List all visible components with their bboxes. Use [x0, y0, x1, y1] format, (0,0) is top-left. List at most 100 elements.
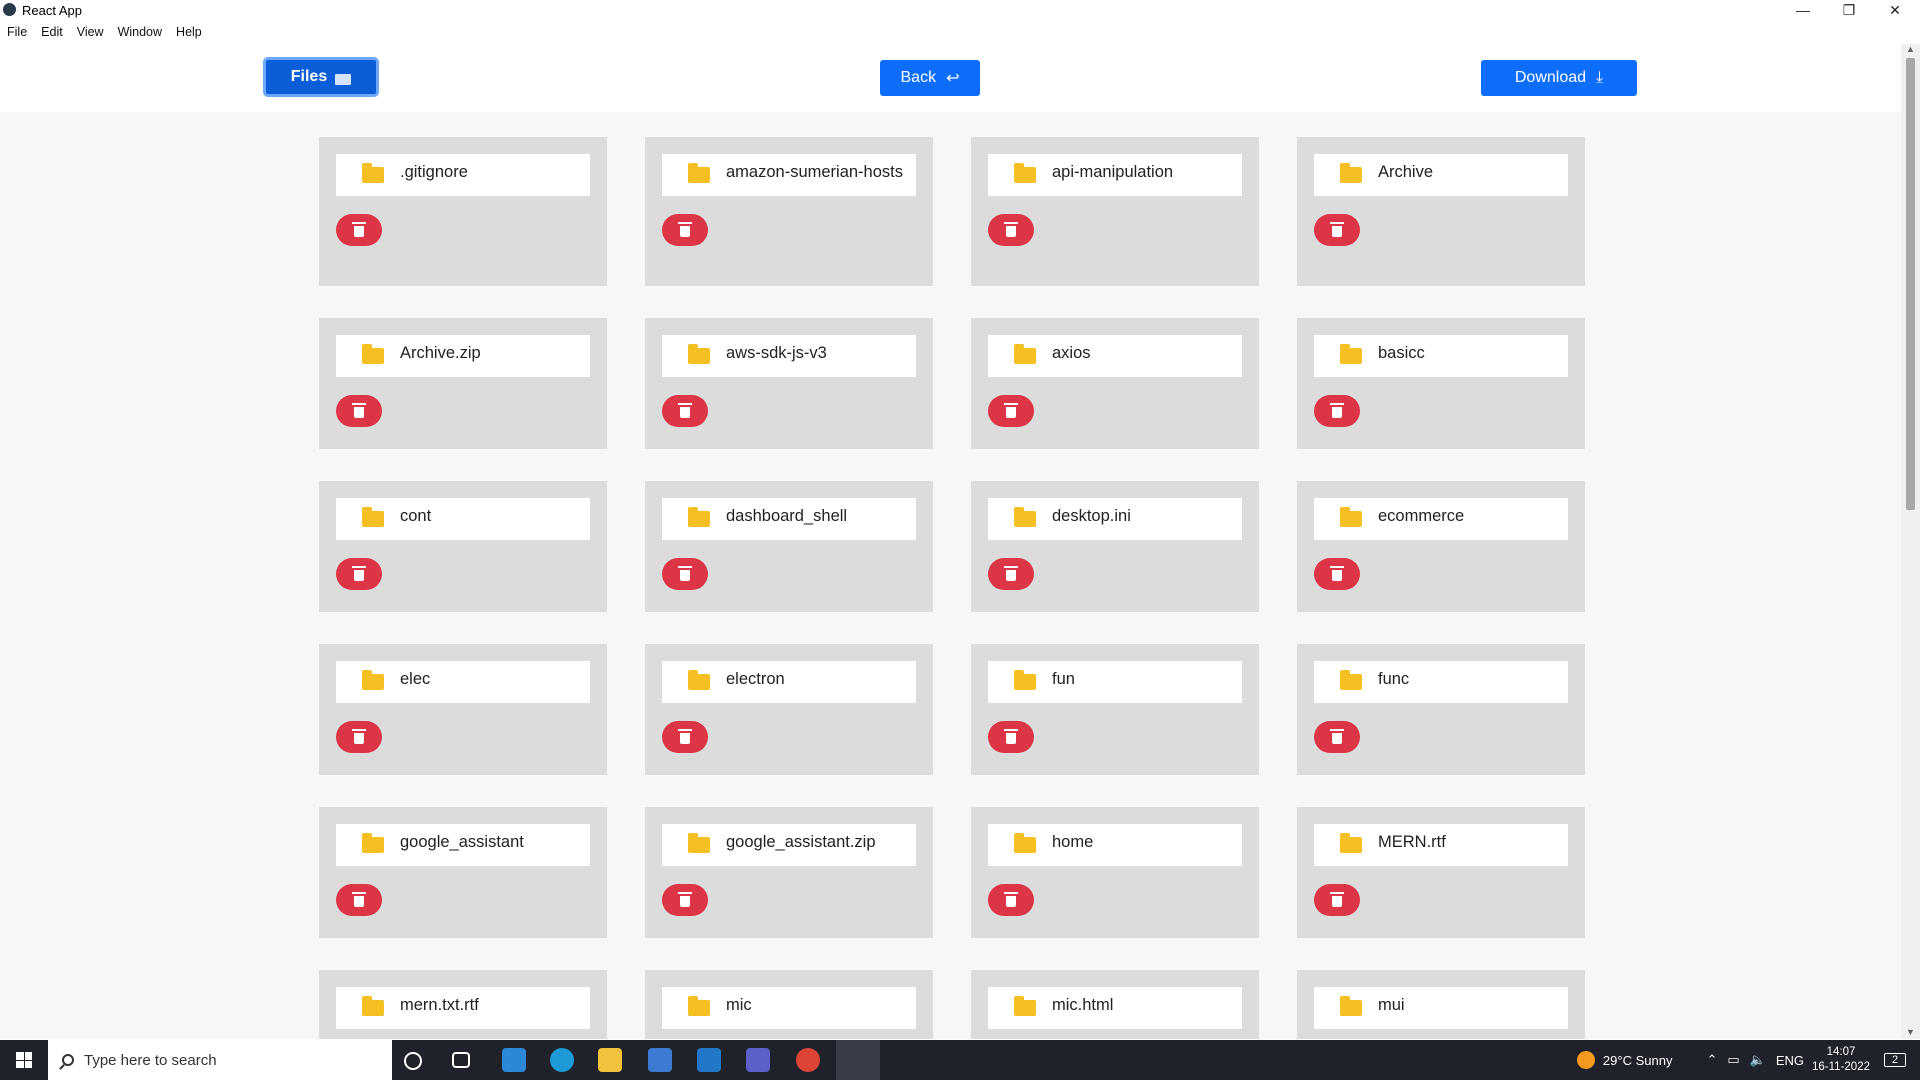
file-card[interactable]: mern.txt.rtf: [319, 970, 607, 1039]
file-card[interactable]: .gitignore: [319, 137, 607, 286]
delete-button[interactable]: [336, 214, 382, 246]
file-name-box[interactable]: mui: [1314, 987, 1568, 1029]
taskbar-search[interactable]: Type here to search: [48, 1040, 392, 1080]
file-name-box[interactable]: elec: [336, 661, 590, 703]
volume-icon[interactable]: 🔈: [1750, 1052, 1766, 1068]
teams-icon[interactable]: [746, 1048, 770, 1072]
vertical-scrollbar[interactable]: ▲ ▼: [1901, 44, 1920, 1039]
clock[interactable]: 14:07 16-11-2022: [1812, 1045, 1870, 1075]
file-card[interactable]: func: [1297, 644, 1585, 775]
delete-button[interactable]: [336, 558, 382, 590]
file-name-box[interactable]: mic: [662, 987, 916, 1029]
file-name-box[interactable]: mic.html: [988, 987, 1242, 1029]
file-name-box[interactable]: fun: [988, 661, 1242, 703]
file-name-box[interactable]: api-manipulation: [988, 154, 1242, 196]
delete-button[interactable]: [662, 395, 708, 427]
file-explorer-icon[interactable]: [598, 1048, 622, 1072]
delete-button[interactable]: [336, 395, 382, 427]
file-name-box[interactable]: MERN.rtf: [1314, 824, 1568, 866]
file-card[interactable]: axios: [971, 318, 1259, 449]
file-name-box[interactable]: desktop.ini: [988, 498, 1242, 540]
file-card[interactable]: home: [971, 807, 1259, 938]
task-view-icon[interactable]: [452, 1052, 470, 1068]
file-name-box[interactable]: home: [988, 824, 1242, 866]
vscode-icon[interactable]: [697, 1048, 721, 1072]
file-card[interactable]: MERN.rtf: [1297, 807, 1585, 938]
close-button[interactable]: ✕: [1872, 0, 1918, 22]
file-name-box[interactable]: .gitignore: [336, 154, 590, 196]
delete-button[interactable]: [662, 558, 708, 590]
network-icon[interactable]: ▭: [1727, 1052, 1739, 1068]
edge-icon[interactable]: [550, 1048, 574, 1072]
delete-button[interactable]: [988, 214, 1034, 246]
menu-file[interactable]: File: [0, 23, 34, 41]
file-card[interactable]: amazon-sumerian-hosts: [645, 137, 933, 286]
delete-button[interactable]: [1314, 395, 1360, 427]
delete-button[interactable]: [1314, 214, 1360, 246]
delete-button[interactable]: [1314, 558, 1360, 590]
file-card[interactable]: cont: [319, 481, 607, 612]
file-card[interactable]: dashboard_shell: [645, 481, 933, 612]
file-name-box[interactable]: Archive: [1314, 154, 1568, 196]
weather-text[interactable]: 29°C Sunny: [1603, 1053, 1673, 1068]
scroll-up-arrow-icon[interactable]: ▲: [1901, 44, 1920, 56]
file-card[interactable]: ecommerce: [1297, 481, 1585, 612]
file-name-box[interactable]: amazon-sumerian-hosts: [662, 154, 916, 196]
delete-button[interactable]: [988, 721, 1034, 753]
back-button[interactable]: Back ↩: [880, 60, 980, 96]
file-name-box[interactable]: ecommerce: [1314, 498, 1568, 540]
delete-button[interactable]: [662, 214, 708, 246]
file-card[interactable]: mui: [1297, 970, 1585, 1039]
file-card[interactable]: desktop.ini: [971, 481, 1259, 612]
delete-button[interactable]: [988, 558, 1034, 590]
electron-app-icon[interactable]: [836, 1040, 880, 1080]
delete-button[interactable]: [662, 721, 708, 753]
file-name-box[interactable]: func: [1314, 661, 1568, 703]
delete-button[interactable]: [1314, 721, 1360, 753]
restore-button[interactable]: ❐: [1826, 0, 1872, 22]
file-card[interactable]: Archive.zip: [319, 318, 607, 449]
delete-button[interactable]: [336, 721, 382, 753]
notifications-icon[interactable]: 2: [1884, 1053, 1906, 1067]
download-button[interactable]: Download ⤓: [1481, 60, 1637, 96]
delete-button[interactable]: [1314, 884, 1360, 916]
file-card[interactable]: mic.html: [971, 970, 1259, 1039]
file-card[interactable]: fun: [971, 644, 1259, 775]
start-button[interactable]: [0, 1040, 48, 1080]
delete-button[interactable]: [336, 884, 382, 916]
file-name-box[interactable]: basicc: [1314, 335, 1568, 377]
cortana-icon[interactable]: [404, 1052, 422, 1070]
file-name-box[interactable]: aws-sdk-js-v3: [662, 335, 916, 377]
file-card[interactable]: electron: [645, 644, 933, 775]
file-name-box[interactable]: axios: [988, 335, 1242, 377]
minimize-button[interactable]: —: [1780, 0, 1826, 22]
menu-window[interactable]: Window: [111, 23, 169, 41]
delete-button[interactable]: [662, 884, 708, 916]
file-card[interactable]: Archive: [1297, 137, 1585, 286]
delete-button[interactable]: [988, 395, 1034, 427]
language-indicator[interactable]: ENG: [1776, 1053, 1804, 1068]
file-name-box[interactable]: Archive.zip: [336, 335, 590, 377]
file-name-box[interactable]: google_assistant: [336, 824, 590, 866]
chrome-icon[interactable]: [796, 1048, 820, 1072]
file-card[interactable]: google_assistant: [319, 807, 607, 938]
file-name-box[interactable]: dashboard_shell: [662, 498, 916, 540]
file-name-box[interactable]: mern.txt.rtf: [336, 987, 590, 1029]
file-card[interactable]: mic: [645, 970, 933, 1039]
menu-edit[interactable]: Edit: [34, 23, 70, 41]
store-icon[interactable]: [648, 1048, 672, 1072]
menu-view[interactable]: View: [70, 23, 111, 41]
file-card[interactable]: elec: [319, 644, 607, 775]
file-card[interactable]: google_assistant.zip: [645, 807, 933, 938]
file-name-box[interactable]: google_assistant.zip: [662, 824, 916, 866]
scroll-down-arrow-icon[interactable]: ▼: [1901, 1027, 1920, 1039]
mail-icon[interactable]: [502, 1048, 526, 1072]
file-name-box[interactable]: electron: [662, 661, 916, 703]
file-card[interactable]: basicc: [1297, 318, 1585, 449]
delete-button[interactable]: [988, 884, 1034, 916]
files-button[interactable]: Files: [263, 57, 379, 97]
file-card[interactable]: api-manipulation: [971, 137, 1259, 286]
scroll-thumb[interactable]: [1906, 58, 1915, 510]
tray-chevron-icon[interactable]: ⌃: [1706, 1052, 1717, 1068]
menu-help[interactable]: Help: [169, 23, 209, 41]
